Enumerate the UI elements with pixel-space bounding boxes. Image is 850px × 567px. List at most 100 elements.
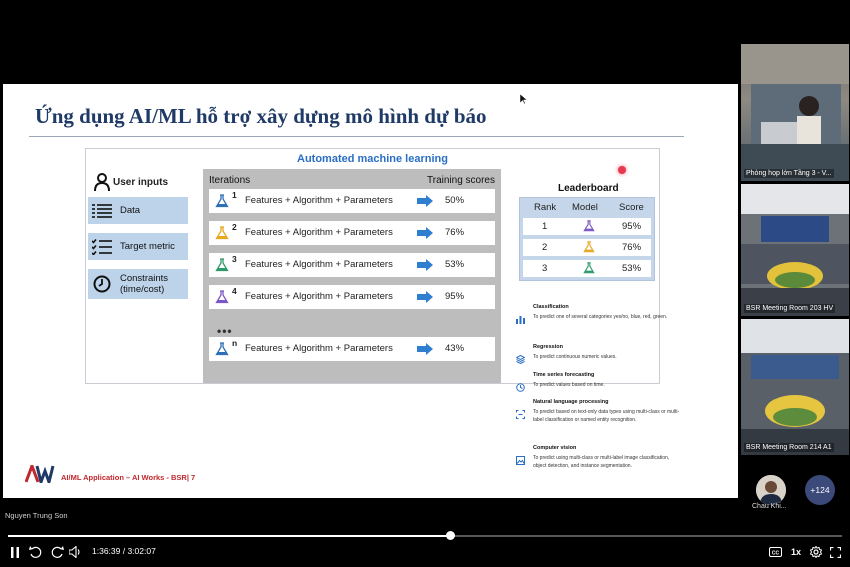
iteration-number: 4: [232, 286, 237, 296]
iteration-score: 76%: [445, 227, 465, 238]
flask-icon: [211, 338, 233, 360]
volume-button[interactable]: [69, 545, 82, 559]
video-feed: [741, 184, 849, 316]
settings-button[interactable]: [809, 545, 822, 559]
input-data: Data: [88, 197, 188, 224]
task-title: Classification: [533, 304, 569, 310]
avatar-name: Chau Khi...: [752, 503, 787, 510]
rank-cell: 3: [542, 263, 548, 274]
task-title: Time series forecasting: [533, 372, 595, 378]
leaderboard-header: Model: [572, 202, 598, 213]
arrow-right-icon: [417, 227, 433, 239]
text-scan-icon: [515, 409, 525, 419]
layers-icon: [515, 354, 525, 364]
task-description: To predict based on text-only data types…: [533, 409, 680, 423]
pause-icon: [11, 546, 19, 558]
flask-icon: [211, 190, 233, 212]
skip-back-icon: [29, 545, 42, 558]
ai-works-logo: [25, 465, 55, 483]
data-table-icon: [90, 197, 114, 224]
input-target-metric: Target metric: [88, 233, 188, 260]
iterations-panel: Iterations Training scores 1 Features + …: [203, 169, 501, 383]
video-feed: [741, 44, 849, 181]
playback-speed-button[interactable]: 1x: [789, 545, 803, 559]
pause-button[interactable]: [9, 545, 21, 559]
volume-icon: [69, 546, 80, 558]
speed-label: 1x: [790, 547, 801, 557]
iteration-number: 2: [232, 222, 237, 232]
flask-icon: [211, 254, 233, 276]
arrow-right-icon: [417, 195, 433, 207]
user-icon: [94, 173, 110, 191]
rank-cell: 1: [542, 221, 548, 232]
shared-slide: Ứng dụng AI/ML hỗ trợ xây dựng mô hình d…: [3, 84, 738, 498]
task-description: To predict values based on time.: [533, 382, 605, 388]
iteration-formula: Features + Algorithm + Parameters: [245, 291, 393, 302]
image-icon: [515, 455, 525, 465]
iteration-row: 2 Features + Algorithm + Parameters 76%: [209, 221, 495, 245]
automl-diagram: Automated machine learning User inputs D…: [85, 148, 660, 384]
iteration-number: 1: [232, 190, 237, 200]
iteration-formula: Features + Algorithm + Parameters: [245, 259, 393, 270]
avatar[interactable]: [756, 475, 786, 505]
iteration-score: 43%: [445, 343, 465, 354]
playback-time: 1:36:39 / 3:02:07: [92, 546, 156, 556]
captions-icon: CC: [768, 547, 782, 557]
progress-handle[interactable]: [445, 531, 455, 540]
flask-icon: [583, 262, 595, 274]
training-scores-header: Training scores: [427, 175, 495, 186]
flask-icon: [211, 286, 233, 308]
iterations-header: Iterations: [209, 175, 251, 186]
clock-icon: [90, 271, 114, 298]
iteration-formula: Features + Algorithm + Parameters: [245, 195, 393, 206]
input-label: Target metric: [120, 241, 175, 252]
leaderboard-table: Rank Model Score 1 95% 2 76% 3 53%: [519, 197, 655, 281]
participant-name: Phòng họp lớn Tầng 3 - V...: [744, 169, 834, 178]
fullscreen-icon: [830, 546, 841, 558]
iteration-score: 53%: [445, 259, 465, 270]
clock-icon: [515, 382, 525, 392]
score-cell: 53%: [622, 263, 642, 274]
task-description: To predict one of several categories yes…: [533, 314, 668, 320]
bar-chart-icon: [515, 314, 525, 324]
arrow-right-icon: [417, 259, 433, 271]
score-cell: 76%: [622, 242, 642, 253]
input-label: Constraints (time/cost): [120, 273, 169, 295]
slide-title: Ứng dụng AI/ML hỗ trợ xây dựng mô hình d…: [35, 104, 487, 128]
rank-cell: 2: [542, 242, 548, 253]
leaderboard-title: Leaderboard: [558, 183, 619, 194]
leaderboard-row: 2 76%: [523, 239, 651, 256]
flask-icon: [583, 241, 595, 253]
fullscreen-button[interactable]: [829, 545, 842, 559]
participant-tile[interactable]: BSR Meeting Room 214 A1: [741, 319, 849, 455]
iteration-number: 3: [232, 254, 237, 264]
flask-icon: [211, 222, 233, 244]
video-feed: [741, 319, 849, 455]
video-player: Ứng dụng AI/ML hỗ trợ xây dựng mô hình d…: [0, 0, 850, 567]
captions-button[interactable]: CC: [768, 545, 782, 559]
iteration-formula: Features + Algorithm + Parameters: [245, 343, 393, 354]
participant-name: BSR Meeting Room 203 HV: [744, 304, 836, 313]
skip-back-button[interactable]: [29, 545, 43, 559]
iteration-row: n Features + Algorithm + Parameters 43%: [209, 337, 495, 361]
progress-fill: [8, 535, 451, 537]
task-description: To predict using multi-class or multi-la…: [533, 455, 670, 469]
task-description: To predict continuous numeric values.: [533, 354, 617, 360]
arrow-right-icon: [417, 291, 433, 303]
laser-pointer: [618, 166, 626, 174]
iteration-score: 50%: [445, 195, 465, 206]
user-inputs-label: User inputs: [113, 176, 169, 188]
input-label: Data: [120, 205, 141, 216]
more-participants-badge[interactable]: +124: [805, 475, 835, 505]
task-title: Computer vision: [533, 445, 577, 451]
user-inputs-heading: User inputs: [94, 173, 168, 191]
slide-footer: AI/ML Application – AI Works - BSR| 7: [61, 473, 196, 482]
leaderboard-header: Rank: [534, 202, 557, 213]
participant-tile[interactable]: BSR Meeting Room 203 HV: [741, 184, 849, 316]
svg-text:CC: CC: [771, 550, 779, 556]
skip-forward-button[interactable]: [50, 545, 64, 559]
leaderboard-row: 3 53%: [523, 260, 651, 277]
skip-forward-icon: [51, 545, 64, 558]
presenter-name: Nguyen Trung Son: [5, 511, 68, 520]
participant-tile[interactable]: Phòng họp lớn Tầng 3 - V...: [741, 44, 849, 181]
